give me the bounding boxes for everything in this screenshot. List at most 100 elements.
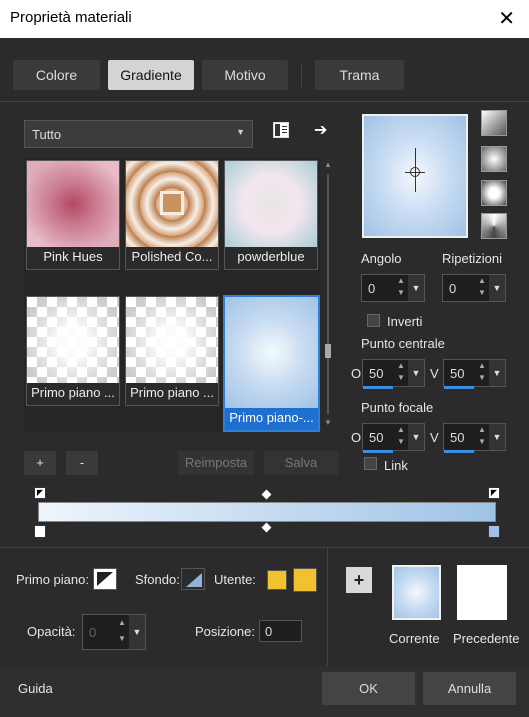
focal-point-handle[interactable] — [410, 167, 420, 177]
tab-gradiente[interactable]: Gradiente — [108, 60, 194, 90]
background-gradient-icon — [186, 573, 202, 587]
focal-o-label: O — [351, 430, 362, 445]
stepper-arrows-icon[interactable]: ▲ ▼ — [115, 615, 129, 649]
repeats-stepper[interactable]: 0 ▲ ▼ ▼ — [442, 274, 506, 302]
stepper-arrows-icon[interactable]: ▲ ▼ — [475, 275, 489, 301]
repeats-value: 0 — [449, 281, 457, 296]
tab-divider — [301, 63, 302, 87]
scroll-up-icon[interactable]: ▲ — [324, 160, 332, 169]
center-v-stepper[interactable]: 50 ▲ ▼ ▼ — [443, 359, 506, 389]
chevron-down-icon[interactable]: ▼ — [489, 275, 505, 301]
end-marker-top-icon[interactable]: ◤ — [488, 487, 500, 499]
invert-label: Inverti — [387, 314, 423, 329]
focal-point-label: Punto focale — [361, 400, 434, 415]
preset-primo-piano-2[interactable]: Primo piano ... — [125, 296, 219, 406]
chevron-down-icon: ▼ — [236, 127, 245, 137]
background-swatch[interactable] — [181, 568, 205, 590]
center-o-stepper[interactable]: 50 ▲ ▼ ▼ — [362, 359, 425, 389]
preset-label: Primo piano-... — [225, 408, 318, 430]
focal-v-value: 50 — [450, 430, 465, 445]
invert-checkbox[interactable] — [367, 314, 380, 327]
stepper-arrows-icon[interactable]: ▲ ▼ — [394, 360, 408, 386]
focal-o-value: 50 — [369, 430, 384, 445]
chevron-down-icon[interactable]: ▼ — [489, 360, 505, 386]
scroll-thumb[interactable] — [325, 344, 331, 358]
chevron-down-icon[interactable]: ▼ — [408, 275, 424, 301]
start-color-stop-icon[interactable] — [34, 525, 46, 538]
stepper-arrows-icon[interactable]: ▲ ▼ — [394, 424, 408, 450]
stepper-arrows-icon[interactable]: ▲ ▼ — [475, 424, 489, 450]
vertical-divider — [327, 548, 328, 668]
previous-label: Precedente — [453, 631, 520, 646]
preset-scrollbar[interactable]: ▲ ▼ — [323, 160, 333, 430]
category-value: Tutto — [32, 127, 62, 142]
chevron-down-icon[interactable]: ▼ — [408, 424, 424, 450]
preset-powderblue[interactable]: powderblue — [224, 160, 318, 270]
stepper-arrows-icon[interactable]: ▲ ▼ — [475, 360, 489, 386]
radial-style-icon[interactable] — [481, 180, 507, 206]
sunburst-style-icon[interactable] — [481, 213, 507, 239]
preset-polished-copper[interactable]: Polished Co... — [125, 160, 219, 270]
foreground-swatch[interactable] — [93, 568, 117, 590]
chevron-down-icon[interactable]: ▼ — [489, 424, 505, 450]
help-link[interactable]: Guida — [18, 681, 53, 696]
linear-style-icon[interactable] — [481, 110, 507, 136]
center-v-label: V — [430, 366, 439, 381]
angle-value: 0 — [368, 281, 376, 296]
preset-primo-piano-selected[interactable]: Primo piano-... — [223, 295, 320, 432]
close-icon[interactable]: ✕ — [498, 6, 515, 31]
arrow-right-icon[interactable]: ➔ — [314, 120, 327, 140]
focal-v-stepper[interactable]: 50 ▲ ▼ ▼ — [443, 423, 506, 453]
end-color-stop-icon[interactable] — [488, 525, 500, 538]
preset-primo-piano-1[interactable]: Primo piano ... — [26, 296, 120, 406]
link-checkbox[interactable] — [364, 457, 377, 470]
reset-button[interactable]: Reimposta — [178, 451, 254, 475]
remove-preset-button[interactable]: - — [66, 451, 98, 475]
rectangular-style-icon[interactable] — [481, 146, 507, 172]
add-preset-button[interactable]: + — [24, 451, 56, 475]
chevron-down-icon[interactable]: ▼ — [408, 360, 424, 386]
focal-o-level — [363, 450, 393, 453]
gradient-preview[interactable] — [362, 114, 468, 238]
angle-stepper[interactable]: 0 ▲ ▼ ▼ — [361, 274, 425, 302]
window-title: Proprietà materiali — [10, 9, 132, 26]
preset-label: powderblue — [225, 247, 317, 269]
opacity-value: 0 — [89, 625, 97, 640]
tab-colore[interactable]: Colore — [13, 60, 100, 90]
preset-options-icon[interactable] — [273, 122, 289, 138]
link-label: Link — [384, 458, 408, 473]
focal-v-level — [444, 450, 474, 453]
cancel-button[interactable]: Annulla — [423, 672, 516, 705]
preset-label: Pink Hues — [27, 247, 119, 269]
category-dropdown[interactable]: Tutto ▼ — [24, 120, 253, 148]
user-color-swatch-2[interactable] — [293, 568, 317, 592]
previous-material-swatch[interactable] — [457, 565, 507, 620]
start-marker-top-icon[interactable]: ◤ — [34, 487, 46, 499]
title-bar: Proprietà materiali ✕ — [0, 0, 529, 38]
tab-trama[interactable]: Trama — [315, 60, 404, 90]
tab-motivo[interactable]: Motivo — [202, 60, 288, 90]
center-point-label: Punto centrale — [361, 336, 445, 351]
current-material-swatch[interactable] — [392, 565, 441, 620]
foreground-label: Primo piano: — [16, 572, 89, 587]
scroll-down-icon[interactable]: ▼ — [324, 418, 332, 427]
opacity-stepper[interactable]: 0 ▲ ▼ ▼ — [82, 614, 146, 650]
opacity-label: Opacità: — [27, 624, 76, 639]
position-input[interactable]: 0 — [259, 620, 302, 642]
chevron-down-icon[interactable]: ▼ — [129, 615, 145, 649]
user-color-swatch[interactable] — [267, 570, 287, 590]
center-v-value: 50 — [450, 366, 465, 381]
focal-o-stepper[interactable]: 50 ▲ ▼ ▼ — [362, 423, 425, 453]
stepper-arrows-icon[interactable]: ▲ ▼ — [394, 275, 408, 301]
tab-underline — [0, 101, 529, 102]
save-button[interactable]: Salva — [264, 451, 338, 475]
preset-pink-hues[interactable]: Pink Hues — [26, 160, 120, 270]
section-divider — [0, 547, 529, 548]
user-label: Utente: — [214, 572, 256, 587]
add-swatch-button[interactable]: + — [346, 567, 372, 593]
preset-label: Primo piano ... — [27, 383, 119, 405]
ok-button[interactable]: OK — [322, 672, 415, 705]
gradient-bar[interactable] — [38, 502, 496, 522]
center-o-label: O — [351, 366, 362, 381]
position-value: 0 — [265, 624, 273, 639]
